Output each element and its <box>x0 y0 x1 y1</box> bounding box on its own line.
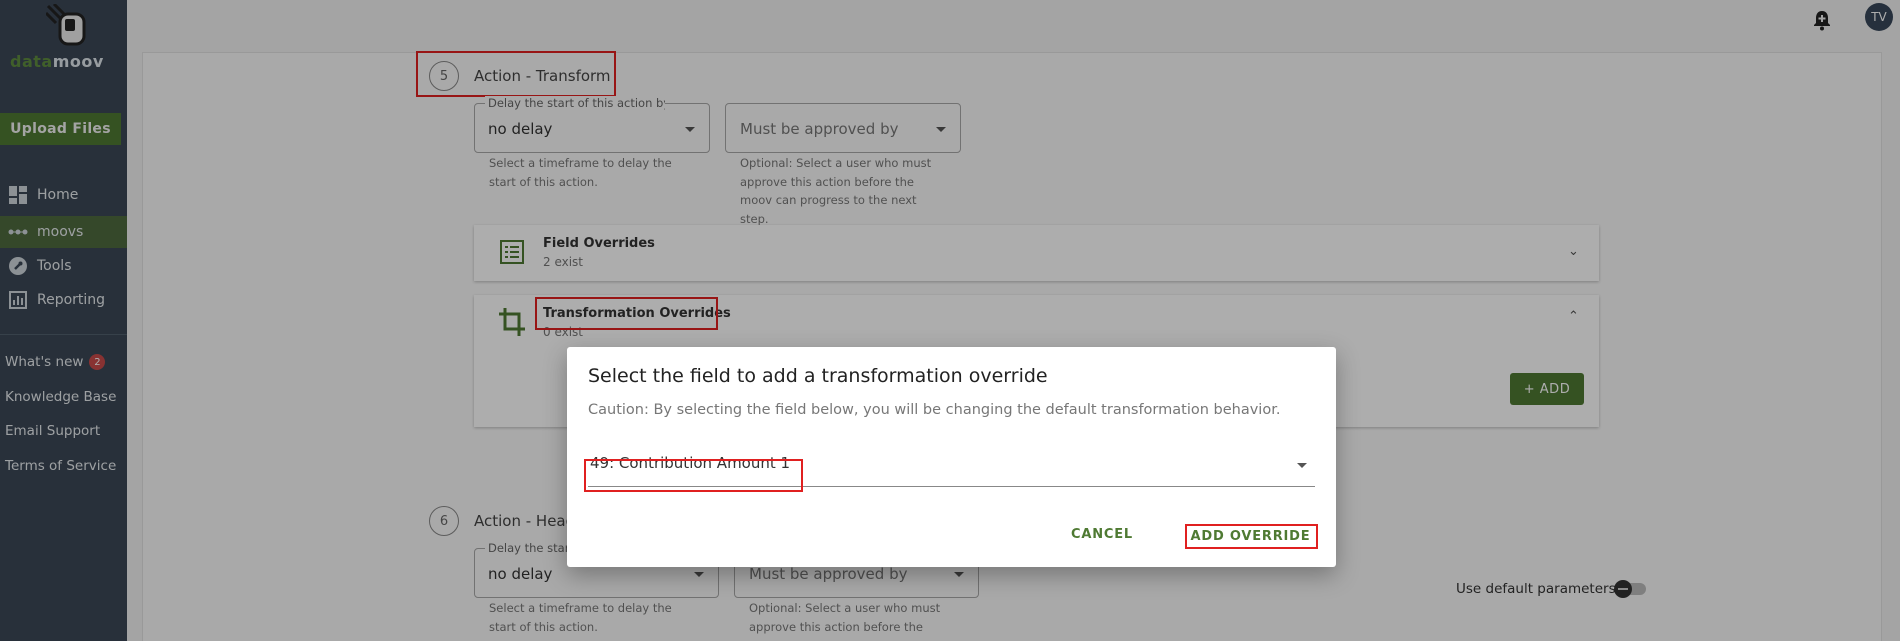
dialog-title: Select the field to add a transformation… <box>588 365 1048 387</box>
dropdown-arrow-icon <box>1297 463 1307 468</box>
highlight-selected-field <box>584 459 803 492</box>
dialog-caution-text: Caution: By selecting the field below, y… <box>588 402 1281 418</box>
highlight-add-override-button <box>1185 524 1318 549</box>
add-transformation-override-dialog: Select the field to add a transformation… <box>567 347 1336 567</box>
cancel-button[interactable]: CANCEL <box>1067 522 1137 546</box>
